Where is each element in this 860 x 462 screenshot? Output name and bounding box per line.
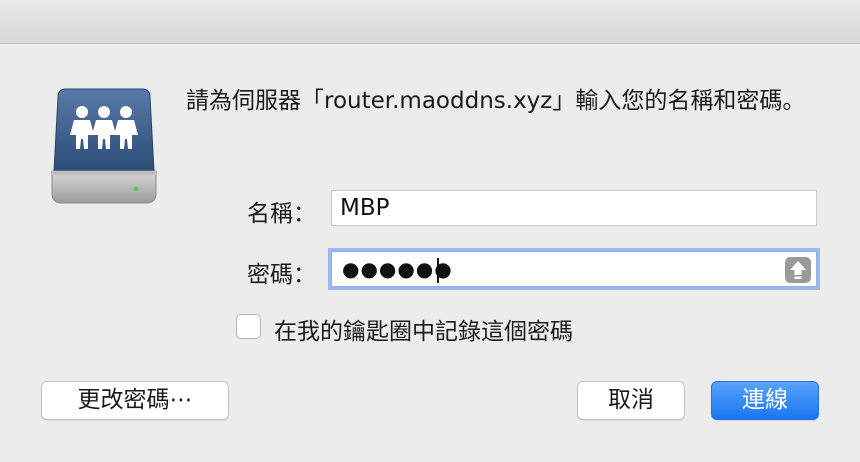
connect-button[interactable]: 連線 [711, 381, 819, 420]
cancel-button[interactable]: 取消 [577, 381, 685, 420]
caps-lock-icon [785, 257, 811, 283]
shared-server-icon [51, 88, 157, 204]
change-password-button[interactable]: 更改密碼⋯ [41, 381, 229, 420]
title-bar[interactable] [0, 0, 860, 44]
name-field[interactable]: MBP [331, 190, 817, 226]
password-label: 密碼： [247, 262, 316, 288]
prompt-text: 請為伺服器「router.maoddns.xyz」輸入您的名稱和密碼。 [186, 88, 806, 114]
text-caret [437, 258, 439, 283]
password-field[interactable]: ●●●●●● [331, 251, 817, 287]
name-label: 名稱： [247, 201, 316, 227]
keychain-checkbox[interactable] [236, 314, 261, 339]
connect-dialog: 請為伺服器「router.maoddns.xyz」輸入您的名稱和密碼。 名稱： … [0, 0, 860, 462]
keychain-label[interactable]: 在我的鑰匙圈中記錄這個密碼 [274, 312, 573, 346]
